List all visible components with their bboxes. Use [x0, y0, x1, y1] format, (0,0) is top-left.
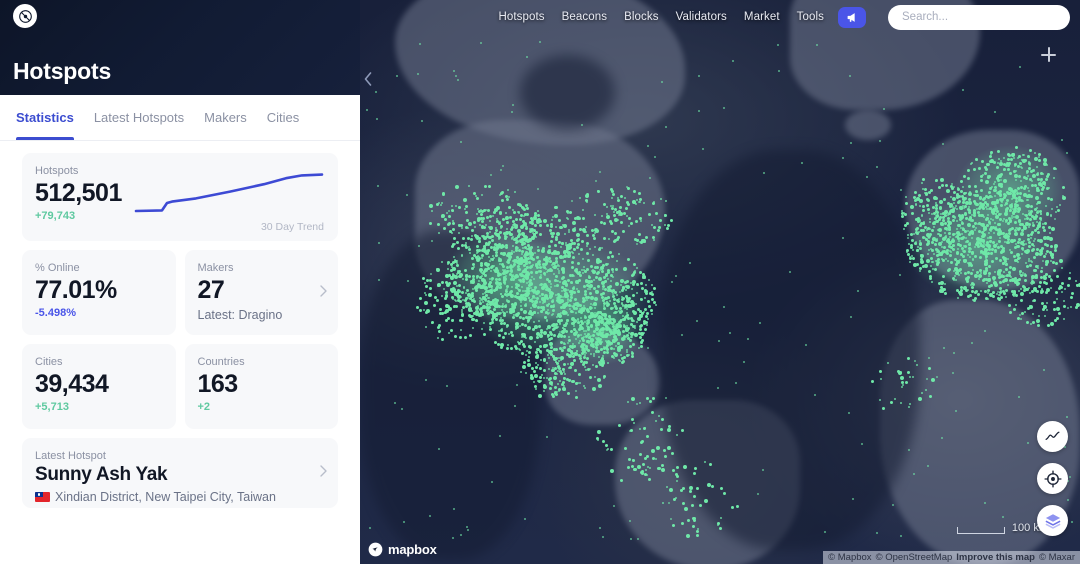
- layers-button[interactable]: [1037, 505, 1068, 536]
- hotspots-trend-label: 30 Day Trend: [260, 221, 324, 233]
- stat-delta-online: -5.498%: [35, 307, 76, 319]
- chevron-left-icon: [364, 72, 372, 86]
- sidebar-tabs: Statistics Latest Hotspots Makers Cities: [0, 95, 360, 141]
- tab-latest-hotspots[interactable]: Latest Hotspots: [84, 95, 194, 140]
- helium-logo-icon: [17, 8, 33, 24]
- chevron-right-icon: [320, 284, 327, 302]
- top-navigation: Hotspots Beacons Blocks Validators Marke…: [360, 0, 1080, 34]
- attribution-openstreetmap[interactable]: © OpenStreetMap: [876, 552, 953, 563]
- megaphone-icon: [847, 12, 855, 22]
- zoom-in-button[interactable]: [1041, 47, 1056, 62]
- latest-hotspot-name: Sunny Ash Yak: [35, 464, 168, 485]
- stat-label-latest-hotspot: Latest Hotspot: [35, 450, 106, 462]
- statistics-panel: Hotspots 512,501 +79,743 30 Day Trend % …: [0, 141, 360, 564]
- stat-label-makers: Makers: [197, 262, 234, 274]
- mapbox-wordmark: mapbox: [388, 542, 437, 557]
- stat-card-cities[interactable]: Cities 39,434 +5,713: [22, 344, 176, 429]
- stat-card-online[interactable]: % Online 77.01% -5.498%: [22, 250, 176, 335]
- stat-delta-cities: +5,713: [35, 401, 69, 413]
- nav-tools[interactable]: Tools: [797, 11, 824, 23]
- app-root: Hotspots Beacons Blocks Validators Marke…: [0, 0, 1080, 564]
- stat-card-makers[interactable]: Makers 27 Latest: Dragino: [184, 250, 338, 335]
- stat-delta-countries: +2: [197, 401, 211, 413]
- stat-card-hotspots[interactable]: Hotspots 512,501 +79,743 30 Day Trend: [22, 153, 338, 241]
- scale-bar-line: [956, 527, 1005, 534]
- mapbox-circle-icon: [368, 542, 383, 557]
- search-box[interactable]: [888, 4, 1070, 30]
- layers-icon: [1045, 513, 1060, 529]
- stat-row-online-makers: % Online 77.01% -5.498% Makers 27 Latest…: [22, 250, 338, 335]
- stat-label-countries: Countries: [197, 356, 245, 368]
- sidebar-collapse-button[interactable]: [361, 68, 375, 90]
- tab-statistics[interactable]: Statistics: [16, 95, 84, 140]
- stat-value-makers: 27: [197, 276, 225, 304]
- sidebar-header: Hotspots: [0, 0, 360, 95]
- stat-row-cities-countries: Cities 39,434 +5,713 Countries 163 +2: [22, 344, 338, 429]
- search-input[interactable]: [902, 11, 1056, 23]
- map-control-stack: [1037, 421, 1068, 536]
- attribution-mapbox[interactable]: © Mapbox: [828, 552, 871, 563]
- map-scale-bar: 100 km: [956, 522, 1048, 534]
- helium-logo-button[interactable]: [13, 4, 37, 28]
- sidebar: Hotspots Statistics Latest Hotspots Make…: [0, 0, 360, 564]
- attribution-maxar[interactable]: © Maxar: [1039, 552, 1075, 563]
- announcement-badge-button[interactable]: [838, 6, 866, 28]
- attribution-improve-this-map[interactable]: Improve this map: [956, 552, 1035, 563]
- nav-blocks[interactable]: Blocks: [624, 11, 658, 23]
- latest-hotspot-location-row: Xindian District, New Taipei City, Taiwa…: [35, 490, 325, 504]
- stat-card-countries[interactable]: Countries 163 +2: [184, 344, 338, 429]
- stat-sub-makers: Latest: Dragino: [197, 308, 283, 322]
- mapbox-logo[interactable]: mapbox: [368, 542, 437, 557]
- crosshair-icon: [1043, 469, 1062, 488]
- nav-beacons[interactable]: Beacons: [562, 11, 607, 23]
- tab-cities[interactable]: Cities: [257, 95, 310, 140]
- chevron-right-icon: [320, 464, 327, 482]
- nav-hotspots[interactable]: Hotspots: [498, 11, 544, 23]
- hotspots-trend-sparkline: [134, 173, 324, 213]
- stat-card-latest-hotspot[interactable]: Latest Hotspot Sunny Ash Yak Xindian Dis…: [22, 438, 338, 508]
- stat-value-online: 77.01%: [35, 276, 117, 304]
- nav-validators[interactable]: Validators: [676, 11, 727, 23]
- nav-market[interactable]: Market: [744, 11, 780, 23]
- stat-label-online: % Online: [35, 262, 80, 274]
- trend-line-icon: [1045, 431, 1060, 440]
- stat-label-cities: Cities: [35, 356, 63, 368]
- locate-button[interactable]: [1037, 463, 1068, 494]
- tab-makers[interactable]: Makers: [194, 95, 257, 140]
- chart-trend-button[interactable]: [1037, 421, 1068, 452]
- stat-value-countries: 163: [197, 370, 239, 398]
- page-title: Hotspots: [13, 58, 112, 84]
- map-attribution: © Mapbox © OpenStreetMap Improve this ma…: [823, 551, 1080, 564]
- latest-hotspot-location: Xindian District, New Taipei City, Taiwa…: [55, 490, 276, 504]
- taiwan-flag-icon: [35, 492, 50, 502]
- stat-value-cities: 39,434: [35, 370, 109, 398]
